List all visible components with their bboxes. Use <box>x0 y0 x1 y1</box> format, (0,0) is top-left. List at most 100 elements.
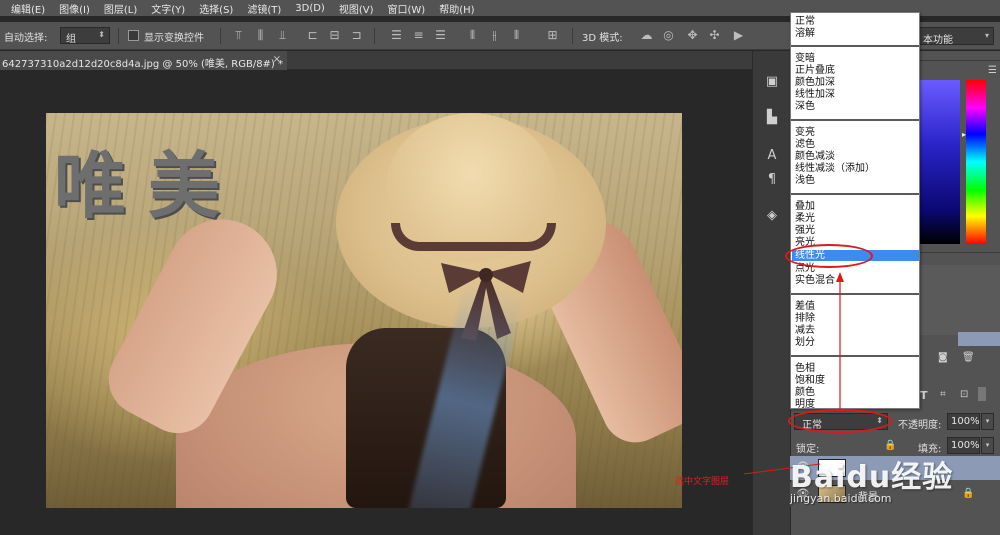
blend-mode-dropdown[interactable]: 正常 溶解 变暗 正片叠底 颜色加深 线性加深 深色 变亮 滤色 颜色减淡 线性… <box>790 12 920 410</box>
trash-icon[interactable]: 🗑 <box>962 352 975 363</box>
opacity-field[interactable]: 100% <box>947 413 980 430</box>
divider <box>791 293 919 295</box>
blend-option[interactable]: 饱和度 <box>795 375 825 386</box>
annotation-ellipse-select <box>788 409 892 433</box>
panel-icon-strip: ▣ ▙ A ¶ ◈ <box>752 51 790 535</box>
workspace-label: 本功能 <box>923 35 953 46</box>
auto-align-icon[interactable]: ⊞ <box>546 29 559 42</box>
align-hcenter-icon[interactable]: ⊟ <box>328 29 341 42</box>
show-transform-label: 显示变换控件 <box>144 33 204 44</box>
shape-filter-icon[interactable]: ⌗ <box>940 389 946 400</box>
hue-slider[interactable] <box>966 80 986 244</box>
cube-stack-icon[interactable]: ▣ <box>763 73 781 91</box>
align-bottom-icon[interactable]: ⫫ <box>276 29 289 42</box>
adjust-icon[interactable]: ▙ <box>763 109 781 127</box>
distribute-top-icon[interactable]: ☰ <box>390 29 403 42</box>
roll-3d-icon[interactable]: ◎ <box>662 29 675 42</box>
photo-canvas[interactable]: 唯美 <box>46 113 682 508</box>
distribute-bottom-icon[interactable]: ☰ <box>434 29 447 42</box>
blend-option[interactable]: 线性减淡（添加） <box>795 163 875 174</box>
drag-3d-icon[interactable]: ✥ <box>686 29 699 42</box>
distribute-hcenter-icon[interactable]: ⫲ <box>488 29 501 42</box>
divider <box>118 28 119 44</box>
chevron-updown-icon: ⬍ <box>98 30 105 39</box>
align-right-icon[interactable]: ⊐ <box>350 29 363 42</box>
menu-image[interactable]: 图像(I) <box>52 1 97 16</box>
filter-toggle[interactable] <box>978 387 986 401</box>
align-left-icon[interactable]: ⊏ <box>306 29 319 42</box>
blend-option[interactable]: 颜色减淡 <box>795 151 835 162</box>
blend-option[interactable]: 差值 <box>795 301 815 312</box>
blend-option[interactable]: 柔光 <box>795 213 815 224</box>
blend-option[interactable]: 强光 <box>795 225 815 236</box>
hue-slider-handle-icon[interactable]: ▸ <box>962 130 966 139</box>
divider <box>220 28 221 44</box>
auto-select-dropdown[interactable]: 组 ⬍ <box>60 27 110 45</box>
text-filter-icon[interactable]: T <box>920 389 928 402</box>
auto-select-label: 自动选择: <box>4 33 48 44</box>
canvas-area[interactable]: 唯美 <box>0 70 752 535</box>
blend-option[interactable]: 正常 <box>795 16 815 27</box>
divider <box>791 119 919 121</box>
paragraph-icon[interactable]: ¶ <box>763 171 781 189</box>
blend-option[interactable]: 叠加 <box>795 201 815 212</box>
distribute-left-icon[interactable]: ⫴ <box>466 29 479 42</box>
workspace-switcher[interactable]: 本功能 ▾ <box>918 27 994 46</box>
document-tab-bar: 642737310a2d12d20c8d4a.jpg @ 50% (唯美, RG… <box>0 51 752 70</box>
blend-option[interactable]: 变暗 <box>795 53 815 64</box>
divider <box>791 355 919 357</box>
blend-option[interactable]: 变亮 <box>795 127 815 138</box>
menu-view[interactable]: 视图(V) <box>332 1 381 16</box>
menu-filter[interactable]: 滤镜(T) <box>240 1 288 16</box>
annotation-label: 选中文字图层 <box>675 477 730 487</box>
close-icon[interactable]: × <box>273 54 281 65</box>
color-field[interactable] <box>918 80 960 244</box>
annotation-ellipse-option <box>785 244 873 268</box>
divider <box>374 28 375 44</box>
blend-option[interactable]: 颜色加深 <box>795 77 835 88</box>
menu-help[interactable]: 帮助(H) <box>432 1 481 16</box>
menu-select[interactable]: 选择(S) <box>192 1 240 16</box>
menu-3d[interactable]: 3D(D) <box>288 3 332 14</box>
distribute-vcenter-icon[interactable]: ≡ <box>412 29 425 42</box>
blend-option[interactable]: 溶解 <box>795 28 815 39</box>
rotate-3d-icon[interactable]: ☁ <box>640 29 653 42</box>
blend-option[interactable]: 划分 <box>795 337 815 348</box>
divider <box>572 28 573 44</box>
menu-window[interactable]: 窗口(W) <box>381 1 433 16</box>
blend-option[interactable]: 减去 <box>795 325 815 336</box>
divider <box>791 193 919 195</box>
text-layer-content[interactable]: 唯美 <box>54 127 242 232</box>
blend-option[interactable]: 排除 <box>795 313 815 324</box>
camera-icon[interactable]: ◙ <box>938 352 948 363</box>
auto-select-value: 组 <box>66 34 76 45</box>
site-watermark-logo: Baidu经验 <box>790 460 954 495</box>
blend-option[interactable]: 正片叠底 <box>795 65 835 76</box>
document-tab[interactable]: 642737310a2d12d20c8d4a.jpg @ 50% (唯美, RG… <box>0 51 287 70</box>
distribute-right-icon[interactable]: ⫴ <box>510 29 523 42</box>
photoshop-window: 编辑(E) 图像(I) 图层(L) 文字(Y) 选择(S) 滤镜(T) 3D(D… <box>0 0 1000 535</box>
opacity-slider-toggle[interactable]: ▾ <box>981 413 994 430</box>
blend-option[interactable]: 浅色 <box>795 175 815 186</box>
align-top-icon[interactable]: ⫪ <box>232 29 245 42</box>
blend-option[interactable]: 滤色 <box>795 139 815 150</box>
panel-menu-icon[interactable]: ☰ <box>988 65 997 76</box>
camera-3d-icon[interactable]: ▶ <box>732 29 745 42</box>
show-transform-checkbox[interactable] <box>128 30 139 41</box>
mode-3d-label: 3D 模式: <box>582 33 623 44</box>
blend-option[interactable]: 明度 <box>795 399 815 410</box>
menu-layer[interactable]: 图层(L) <box>97 1 144 16</box>
blend-option[interactable]: 深色 <box>795 101 815 112</box>
blend-option[interactable]: 实色混合 <box>795 275 835 286</box>
character-icon[interactable]: A <box>763 147 781 165</box>
menu-type[interactable]: 文字(Y) <box>144 1 192 16</box>
blend-option[interactable]: 线性加深 <box>795 89 835 100</box>
align-vcenter-icon[interactable]: ⫼ <box>254 29 267 42</box>
smart-filter-icon[interactable]: ⊡ <box>960 389 968 400</box>
blend-option[interactable]: 色相 <box>795 363 815 374</box>
blend-option[interactable]: 颜色 <box>795 387 815 398</box>
slide-3d-icon[interactable]: ✣ <box>708 29 721 42</box>
divider <box>791 45 919 47</box>
menu-edit[interactable]: 编辑(E) <box>4 1 52 16</box>
3d-cube-icon[interactable]: ◈ <box>763 207 781 225</box>
